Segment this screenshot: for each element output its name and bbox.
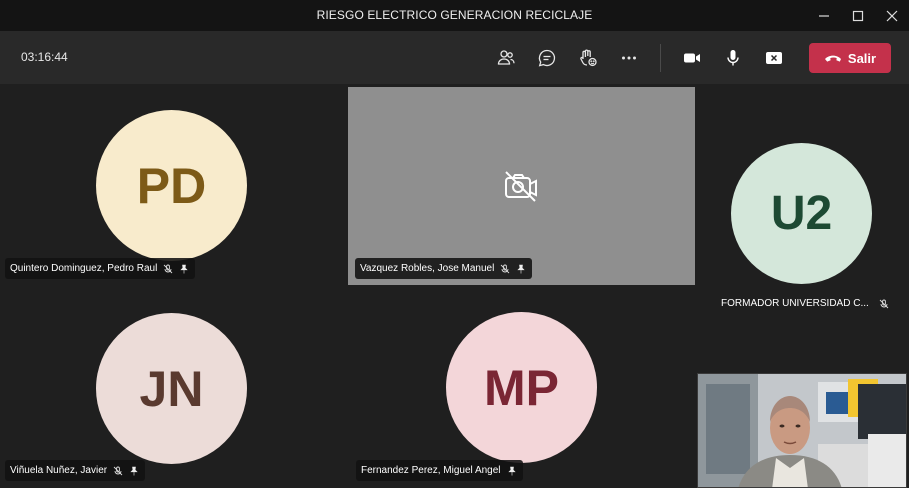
mic-off-icon	[501, 264, 510, 273]
mic-off-icon	[113, 466, 123, 475]
pin-icon	[130, 466, 138, 475]
participant-nameplate: FORMADOR UNIVERSIDAD C...	[721, 298, 889, 309]
camera-icon[interactable]	[677, 43, 707, 73]
chat-icon[interactable]	[532, 43, 562, 73]
avatar: U2	[731, 143, 872, 284]
participant-name: FORMADOR UNIVERSIDAD C...	[721, 298, 869, 309]
close-icon[interactable]	[875, 0, 909, 31]
title-bar: RIESGO ELECTRICO GENERACION RECICLAJE	[0, 0, 909, 31]
share-tray-icon[interactable]	[759, 43, 789, 73]
hang-up-icon	[824, 55, 841, 62]
mic-off-icon	[163, 264, 173, 273]
leave-button[interactable]: Salir	[809, 43, 891, 73]
participant-name: Quintero Dominguez, Pedro Raul	[10, 263, 158, 274]
participant-name: Vazquez Robles, Jose Manuel	[360, 263, 495, 274]
avatar: MP	[446, 312, 597, 463]
avatar: JN	[96, 313, 247, 464]
meeting-title: RIESGO ELECTRICO GENERACION RECICLAJE	[316, 8, 593, 22]
toolbar-divider	[660, 44, 661, 72]
participant-nameplate: Viñuela Nuñez, Javier	[5, 460, 146, 481]
avatar: PD	[96, 110, 247, 261]
meeting-timer: 03:16:44	[21, 50, 68, 64]
reactions-icon[interactable]	[573, 43, 603, 73]
meeting-toolbar: 03:16:44 Salir	[0, 31, 909, 84]
participant-nameplate: Vazquez Robles, Jose Manuel	[355, 258, 533, 279]
minimize-icon[interactable]	[807, 0, 841, 31]
participants-icon[interactable]	[491, 43, 521, 73]
camera-off-icon	[505, 171, 537, 202]
participant-name: Viñuela Nuñez, Javier	[10, 465, 108, 476]
self-video-image	[698, 374, 906, 487]
pin-icon	[180, 264, 188, 273]
participant-tile[interactable]: Vazquez Robles, Jose Manuel	[348, 87, 695, 285]
pin-icon	[507, 466, 516, 475]
participant-name: Fernandez Perez, Miguel Angel	[361, 465, 501, 476]
pin-icon	[517, 264, 525, 273]
more-options-icon[interactable]	[614, 43, 644, 73]
maximize-icon[interactable]	[841, 0, 875, 31]
participant-nameplate: Fernandez Perez, Miguel Angel	[356, 460, 523, 481]
self-camera-view[interactable]	[697, 373, 907, 488]
participant-nameplate: Quintero Dominguez, Pedro Raul	[5, 258, 196, 279]
leave-label: Salir	[847, 50, 877, 66]
mic-off-icon	[879, 299, 889, 308]
microphone-icon[interactable]	[718, 43, 748, 73]
